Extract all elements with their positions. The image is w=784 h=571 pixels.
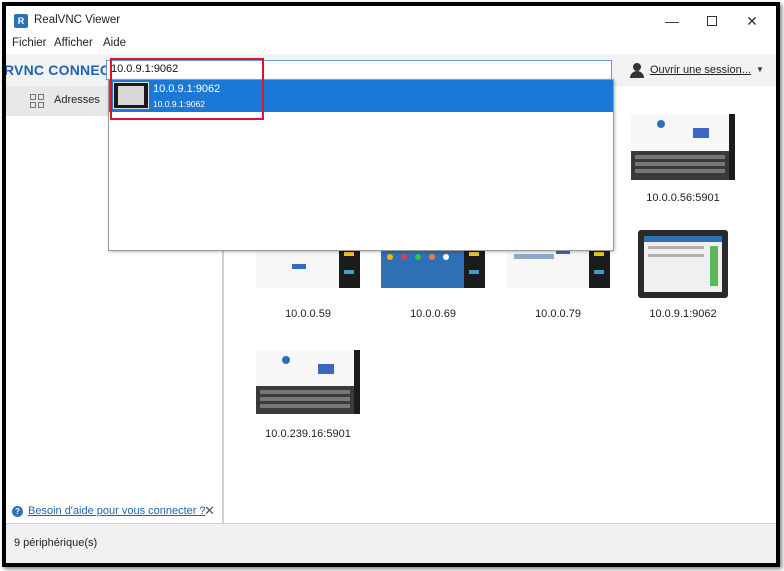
device-label: 10.0.0.79 (535, 308, 581, 320)
device-thumbnail (638, 230, 728, 298)
title-bar: R RealVNC Viewer — ✕ (6, 6, 776, 36)
device-label: 10.0.0.69 (410, 308, 456, 320)
menu-fichier[interactable]: Fichier (12, 37, 47, 49)
device-label: 10.0.239.16:5901 (265, 428, 351, 440)
device-thumbnail (256, 350, 360, 414)
menu-bar: Fichier Afficher Aide (6, 36, 776, 54)
device-label: 10.0.9.1:9062 (649, 308, 717, 320)
window-frame: R RealVNC Viewer — ✕ Fichier Afficher Ai… (2, 2, 780, 567)
help-link[interactable]: Besoin d'aide pour vous connecter ? (28, 505, 206, 517)
chevron-down-icon: ▼ (756, 65, 764, 74)
vnc-connect-logo: RVNC CONNECT (4, 62, 119, 78)
help-banner: ? Besoin d'aide pour vous connecter ? ✕ (12, 503, 222, 520)
device-tile[interactable]: 10.0.9.1:9062 (623, 230, 743, 320)
minimize-button[interactable]: — (652, 10, 692, 32)
sidebar-item-label: Adresses (54, 94, 100, 106)
realvnc-window: R RealVNC Viewer — ✕ Fichier Afficher Ai… (6, 6, 776, 563)
device-tile[interactable]: 10.0.239.16:5901 (248, 350, 368, 440)
window-title: RealVNC Viewer (34, 14, 121, 26)
status-bar: 9 périphérique(s) (6, 523, 776, 563)
sign-in-label: Ouvrir une session... (650, 64, 751, 76)
realvnc-app-icon: R (14, 14, 28, 28)
grid-icon (30, 94, 44, 108)
device-thumbnail (631, 114, 735, 180)
device-label: 10.0.0.56:5901 (646, 192, 720, 204)
device-count: 9 périphérique(s) (14, 537, 98, 549)
device-tile[interactable]: 10.0.0.56:5901 (623, 114, 743, 204)
highlight-box (110, 58, 264, 120)
user-icon (630, 63, 644, 78)
maximize-icon (707, 16, 717, 27)
close-button[interactable]: ✕ (732, 10, 772, 32)
close-icon[interactable]: ✕ (204, 503, 215, 519)
menu-afficher[interactable]: Afficher (54, 37, 93, 49)
menu-aide[interactable]: Aide (103, 37, 126, 49)
maximize-button[interactable] (692, 10, 732, 32)
device-label: 10.0.0.59 (285, 308, 331, 320)
help-icon: ? (12, 506, 23, 517)
